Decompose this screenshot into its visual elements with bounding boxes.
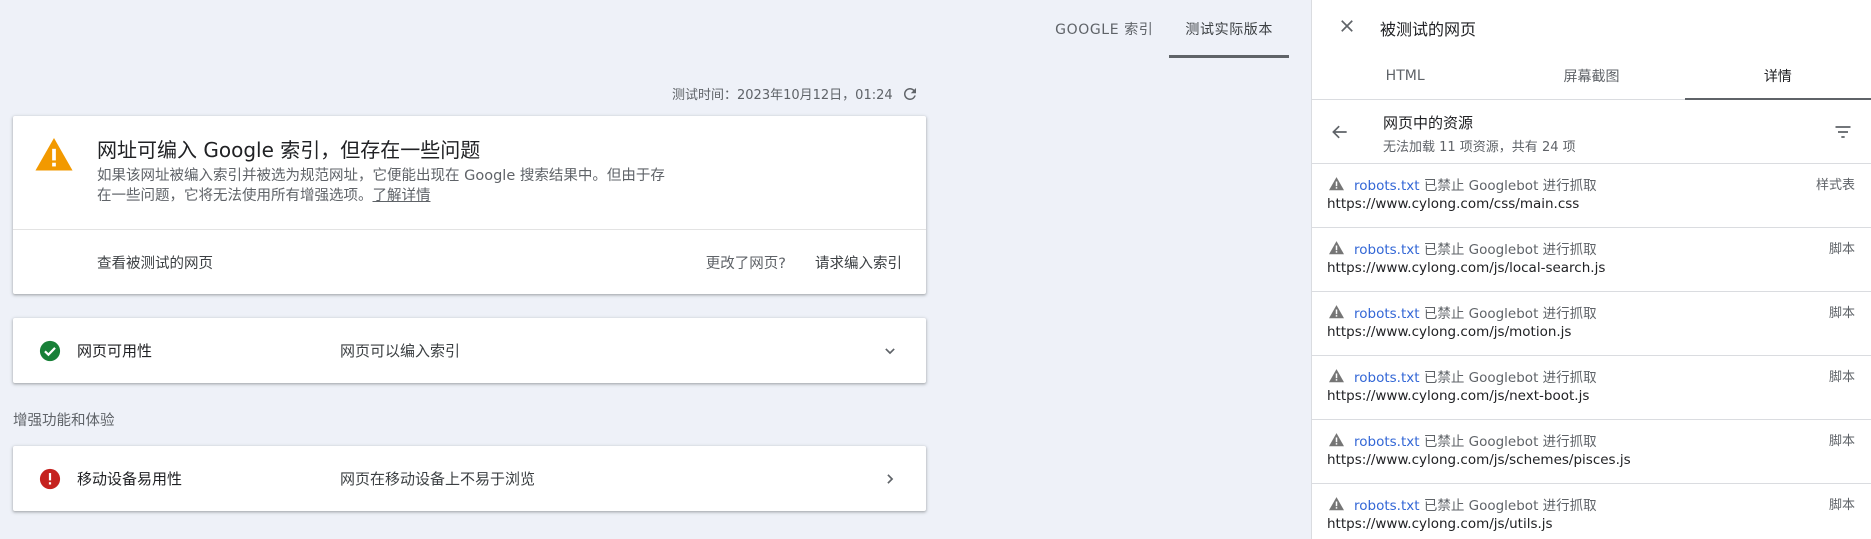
resource-item[interactable]: robots.txt 已禁止 Googlebot 进行抓取 https://ww… <box>1312 420 1871 484</box>
panel-title: 被测试的网页 <box>1380 20 1477 39</box>
warning-icon <box>1329 241 1344 255</box>
warning-icon <box>1329 433 1344 447</box>
resource-type: 脚本 <box>1828 370 1855 385</box>
resource-url: https://www.cylong.com/js/next-boot.js <box>1327 388 1590 404</box>
tab-html[interactable]: HTML <box>1312 52 1498 99</box>
indexing-status-card: 网址可编入 Google 索引，但存在一些问题 如果该网址被编入索引并被选为规范… <box>13 116 926 294</box>
page-changed-button[interactable]: 更改了网页? <box>706 252 786 273</box>
resource-url: https://www.cylong.com/js/local-search.j… <box>1327 260 1606 276</box>
resource-item[interactable]: robots.txt 已禁止 Googlebot 进行抓取 https://ww… <box>1312 292 1871 356</box>
chevron-right-icon[interactable] <box>880 469 900 489</box>
resource-url: https://www.cylong.com/js/utils.js <box>1327 516 1553 532</box>
mobile-value: 网页在移动设备上不易于浏览 <box>340 470 536 488</box>
robots-link[interactable]: robots.txt <box>1354 370 1420 386</box>
tested-page-panel: 被测试的网页 HTML 屏幕截图 详情 网页中的资源 无法加载 11 项资源，共… <box>1311 0 1871 539</box>
robots-link[interactable]: robots.txt <box>1354 178 1420 194</box>
check-circle-icon <box>39 340 61 361</box>
availability-value: 网页可以编入索引 <box>340 342 461 360</box>
filter-icon[interactable] <box>1833 122 1853 142</box>
panel-header: 被测试的网页 <box>1312 0 1871 52</box>
test-time-text: 测试时间：2023年10月12日，01:24 <box>672 88 893 103</box>
resources-title: 网页中的资源 <box>1383 114 1474 132</box>
warning-icon <box>35 138 73 171</box>
tab-live-test[interactable]: 测试实际版本 <box>1169 0 1289 58</box>
warning-icon <box>1329 369 1344 383</box>
warning-icon <box>1329 305 1344 319</box>
resources-subtitle: 无法加载 11 项资源，共有 24 项 <box>1383 140 1576 155</box>
tab-details[interactable]: 详情 <box>1684 52 1871 100</box>
resource-reason: robots.txt 已禁止 Googlebot 进行抓取 <box>1354 174 1597 194</box>
page-availability-row[interactable]: 网页可用性 网页可以编入索引 <box>13 318 926 383</box>
close-icon[interactable] <box>1338 17 1356 35</box>
block-reason: 已禁止 Googlebot 进行抓取 <box>1419 434 1597 450</box>
resources-header: 网页中的资源 无法加载 11 项资源，共有 24 项 <box>1312 100 1871 164</box>
robots-link[interactable]: robots.txt <box>1354 242 1420 258</box>
refresh-icon[interactable] <box>901 85 919 103</box>
chevron-down-icon[interactable] <box>880 341 900 361</box>
resource-reason: robots.txt 已禁止 Googlebot 进行抓取 <box>1354 302 1597 322</box>
tab-google-index[interactable]: GOOGLE 索引 <box>1039 0 1169 58</box>
view-tested-page-button[interactable]: 查看被测试的网页 <box>97 252 213 273</box>
status-description: 如果该网址被编入索引并被选为规范网址，它便能出现在 Google 搜索结果中。但… <box>97 166 677 206</box>
resource-type: 脚本 <box>1828 498 1855 513</box>
block-reason: 已禁止 Googlebot 进行抓取 <box>1419 178 1597 194</box>
block-reason: 已禁止 Googlebot 进行抓取 <box>1419 306 1597 322</box>
learn-more-link[interactable]: 了解详情 <box>373 188 431 204</box>
robots-link[interactable]: robots.txt <box>1354 434 1420 450</box>
resource-reason: robots.txt 已禁止 Googlebot 进行抓取 <box>1354 430 1597 450</box>
resource-reason: robots.txt 已禁止 Googlebot 进行抓取 <box>1354 238 1597 258</box>
test-time-row: 测试时间：2023年10月12日，01:24 <box>672 84 919 103</box>
resource-item[interactable]: robots.txt 已禁止 Googlebot 进行抓取 https://ww… <box>1312 228 1871 292</box>
mobile-usability-row[interactable]: 移动设备易用性 网页在移动设备上不易于浏览 <box>13 446 926 511</box>
resource-url: https://www.cylong.com/js/motion.js <box>1327 324 1572 340</box>
warning-icon <box>1329 177 1344 191</box>
resource-reason: robots.txt 已禁止 Googlebot 进行抓取 <box>1354 494 1597 514</box>
error-icon <box>39 468 61 489</box>
main-area: GOOGLE 索引 测试实际版本 测试时间：2023年10月12日，01:24 … <box>0 0 1311 539</box>
availability-label: 网页可用性 <box>77 342 153 360</box>
request-indexing-button[interactable]: 请求编入索引 <box>815 252 902 273</box>
status-title: 网址可编入 Google 索引，但存在一些问题 <box>97 138 481 162</box>
top-tabs: GOOGLE 索引 测试实际版本 <box>1039 0 1289 58</box>
resource-url: https://www.cylong.com/js/schemes/pisces… <box>1327 452 1631 468</box>
block-reason: 已禁止 Googlebot 进行抓取 <box>1419 242 1597 258</box>
warning-icon <box>1329 497 1344 511</box>
status-actions: 查看被测试的网页 更改了网页? 请求编入索引 <box>13 230 926 294</box>
mobile-label: 移动设备易用性 <box>77 470 183 488</box>
block-reason: 已禁止 Googlebot 进行抓取 <box>1419 370 1597 386</box>
robots-link[interactable]: robots.txt <box>1354 306 1420 322</box>
resource-type: 样式表 <box>1815 178 1855 193</box>
enhancements-heading: 增强功能和体验 <box>13 413 115 429</box>
back-arrow-icon[interactable] <box>1330 122 1350 142</box>
robots-link[interactable]: robots.txt <box>1354 498 1420 514</box>
resource-type: 脚本 <box>1828 434 1855 449</box>
status-summary: 网址可编入 Google 索引，但存在一些问题 如果该网址被编入索引并被选为规范… <box>13 116 926 230</box>
resource-reason: robots.txt 已禁止 Googlebot 进行抓取 <box>1354 366 1597 386</box>
resource-item[interactable]: robots.txt 已禁止 Googlebot 进行抓取 https://ww… <box>1312 484 1871 539</box>
resource-item[interactable]: robots.txt 已禁止 Googlebot 进行抓取 https://ww… <box>1312 356 1871 420</box>
tab-screenshot[interactable]: 屏幕截图 <box>1498 52 1684 99</box>
resource-type: 脚本 <box>1828 306 1855 321</box>
block-reason: 已禁止 Googlebot 进行抓取 <box>1419 498 1597 514</box>
panel-tabs: HTML 屏幕截图 详情 <box>1312 52 1871 100</box>
resource-list: robots.txt 已禁止 Googlebot 进行抓取 https://ww… <box>1312 164 1871 539</box>
resource-item[interactable]: robots.txt 已禁止 Googlebot 进行抓取 https://ww… <box>1312 164 1871 228</box>
resource-type: 脚本 <box>1828 242 1855 257</box>
resource-url: https://www.cylong.com/css/main.css <box>1327 196 1580 212</box>
